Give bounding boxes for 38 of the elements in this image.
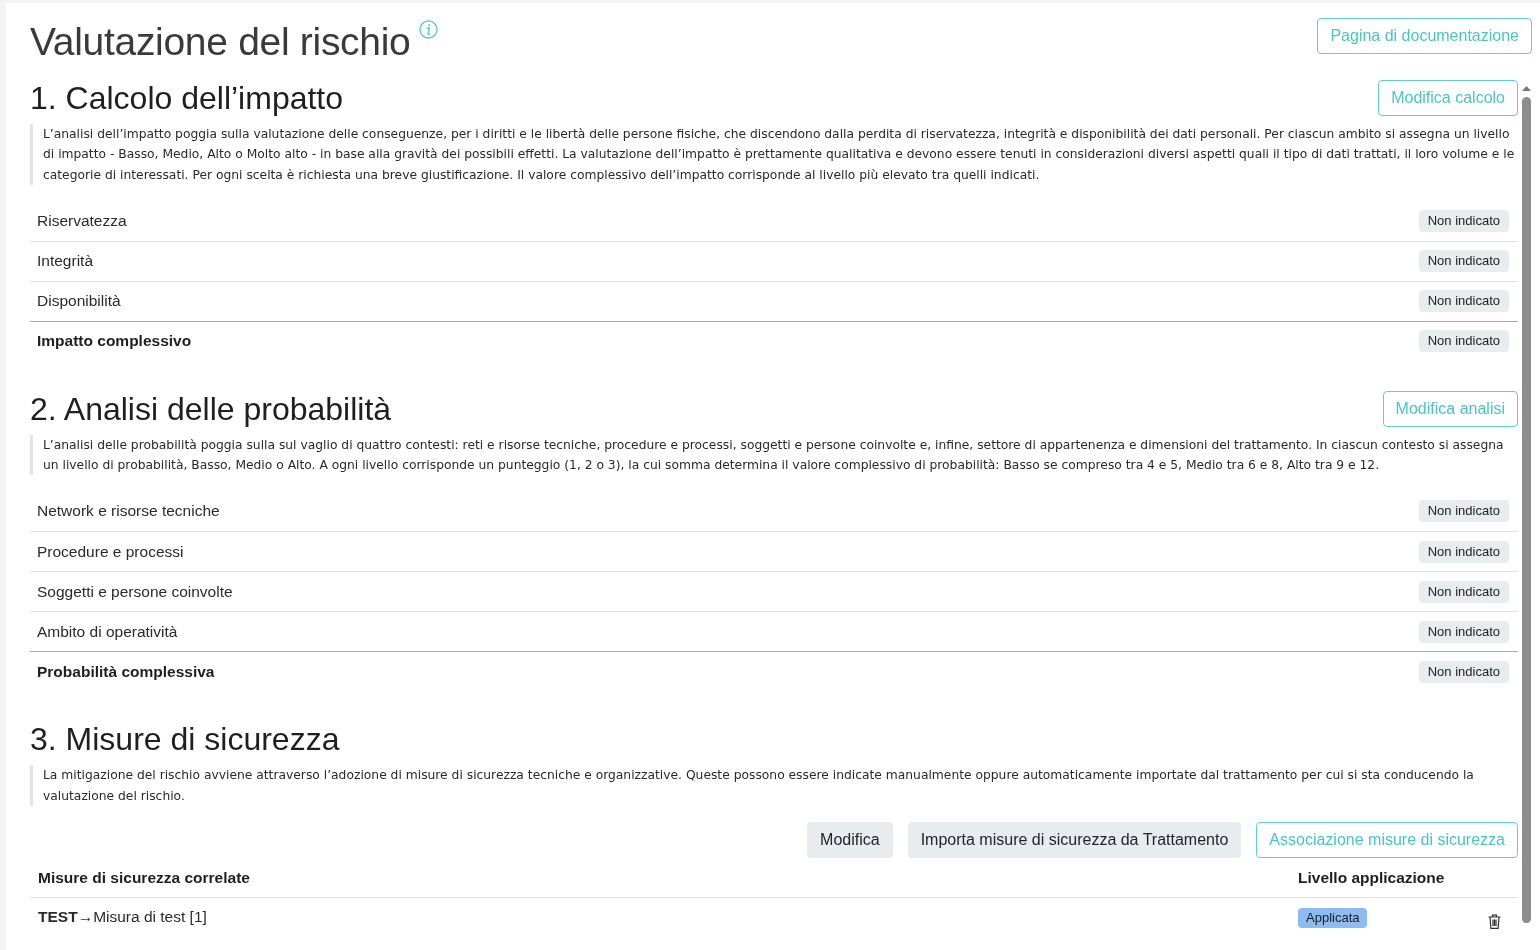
status-badge: Non indicato: [1418, 500, 1509, 523]
action-button[interactable]: Modifica: [807, 822, 893, 859]
status-badge: Non indicato: [1418, 581, 1509, 603]
row-label: Network e risorse tecniche: [37, 502, 220, 521]
status-badge: Non indicato: [1418, 621, 1509, 643]
section-heading: 1. Calcolo dell’impatto: [30, 80, 344, 116]
row-label: Soggetti e persone coinvolte: [37, 583, 233, 601]
status-badge: Non indicato: [1418, 541, 1509, 563]
scroll-up-arrow-icon[interactable]: [1521, 86, 1531, 91]
row-label: Disponibilità: [37, 292, 121, 311]
status-badge: Non indicato: [1418, 661, 1509, 683]
column-header: Livello applicazione: [1297, 868, 1446, 887]
level-badge: Applicata: [1298, 908, 1368, 929]
page-title: Valutazione del rischio: [30, 19, 411, 65]
trash-icon[interactable]: [1487, 914, 1501, 930]
row-label: Probabilità complessiva: [37, 663, 215, 681]
row-label: Riservatezza: [37, 211, 127, 230]
status-badge: Non indicato: [1418, 209, 1509, 232]
section-heading: 3. Misure di sicurezza: [30, 721, 340, 758]
row-label: Impatto complessivo: [37, 332, 192, 351]
row-label: Ambito di operatività: [37, 623, 178, 641]
action-button[interactable]: Importa misure di sicurezza da Trattamento: [907, 822, 1242, 859]
status-badge: Non indicato: [1418, 250, 1509, 273]
status-badge: Non indicato: [1418, 290, 1509, 313]
status-badge: Non indicato: [1418, 330, 1509, 353]
row-label: Integrità: [37, 252, 93, 271]
section-description: L’analisi dell’impatto poggia sulla valutazione delle conseguenze, per i diritti e le libertà delle persone fisiche, che discendono dalla perdita di riservatezza, integrità e disponibilità dei dati personali. Per ciascun ambito si assegna un livello di impatto - Basso, Medio, Alto o Molto alto - in base alla gravità dei possibili effetti. La valutazione dell’impatto è prettamente qualitativa e devono essere tenuti in considerazioni diversi aspetti quali il tipo di dati trattati, il loro volume e le categorie di interessati. Per ogni scelta è richiesta una breve giustificazione. Il valore complessivo dell’impatto corrisponde al livello più elevato tra quelli indicati.: [30, 124, 1518, 185]
column-header: Misure di sicurezza correlate: [37, 868, 251, 887]
section-description: L’analisi delle probabilità poggia sulla sul vaglio di quattro contesti: reti e risorse tecniche, procedure e processi, soggetti e persone coinvolte e, infine, settore di appartenenza e dimensioni del trattamento. In ciascun contesto si assegna un livello di probabilità, Basso, Medio o Alto. A ogni livello corrisponde un punteggio (1, 2 o 3), la cui somma determina il valore complessivo di probabilità: Basso se compreso tra 4 e 5, Medio tra 6 e 8, Alto tra 9 e 12.: [30, 434, 1518, 476]
documentation-button[interactable]: Pagina di documentazione: [1317, 18, 1532, 54]
row-label: Procedure e processi: [37, 543, 184, 561]
section-heading: 2. Analisi delle probabilità: [30, 390, 392, 427]
scrollbar-thumb[interactable]: [1521, 97, 1531, 923]
edit-button[interactable]: Modifica analisi: [1382, 390, 1518, 427]
measure-cell-text: TEST→Misura di test [1]: [37, 907, 208, 927]
section-description: La mitigazione del rischio avviene attraverso l’adozione di misure di sicurezza tecniche e organizzative. Queste possono essere indicate manualmente oppure automaticamente importate dal trattamento per cui si sta conducendo la valutazione del rischio.: [30, 765, 1518, 807]
associate-button[interactable]: Associazione misure di sicurezza: [1256, 822, 1518, 859]
edit-button[interactable]: Modifica calcolo: [1378, 80, 1518, 116]
